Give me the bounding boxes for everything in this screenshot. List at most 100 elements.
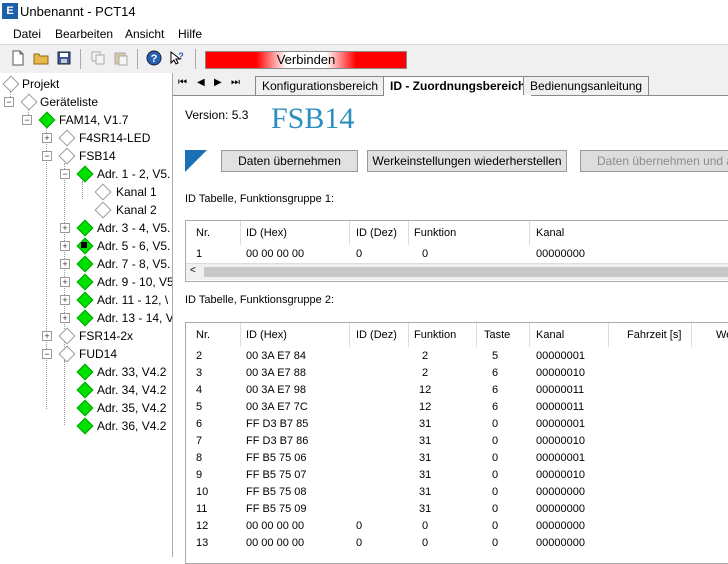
new-file-icon[interactable] <box>10 50 26 66</box>
table-row[interactable]: 12 00 00 00 00 0 0 0 00000000 <box>186 520 728 537</box>
collapse-icon[interactable]: − <box>4 97 14 107</box>
corner-marker-icon <box>185 150 207 172</box>
factory-reset-button[interactable]: Werkeinstellungen wiederherstellen <box>367 150 567 172</box>
last-tab-icon[interactable]: ⏭ <box>231 77 240 88</box>
apply-data-button[interactable]: Daten übernehmen <box>221 150 358 172</box>
tab-id-zuordnungsbereich[interactable]: ID - Zuordnungsbereich <box>383 76 533 96</box>
table-row[interactable]: 7 FF D3 B7 86 31 0 00000010 <box>186 435 728 452</box>
tree-node-adr-3-4[interactable]: + Adr. 3 - 4, V5. <box>0 219 170 237</box>
connect-button[interactable]: Verbinden <box>205 51 407 69</box>
cell-kanal: 00000011 <box>536 401 585 413</box>
cell-id-hex: 00 00 00 00 <box>246 537 305 549</box>
cell-taste: 6 <box>492 367 499 379</box>
collapse-icon[interactable]: − <box>60 169 70 179</box>
tree-label: F4SR14-LED <box>79 131 151 145</box>
tree-node-f4sr14[interactable]: + F4SR14-LED <box>0 129 170 147</box>
cell-funktion: 31 <box>419 486 432 498</box>
horizontal-scrollbar[interactable]: < <box>186 263 728 280</box>
expand-icon[interactable]: + <box>60 295 70 305</box>
tree-node-adr-35[interactable]: Adr. 35, V4.2 <box>0 399 170 417</box>
tree-label: Adr. 34, V4.2 <box>97 383 167 397</box>
tree-node-project[interactable]: Projekt <box>0 75 170 93</box>
cell-nr: 8 <box>196 452 203 464</box>
tree-node-fsr14[interactable]: + FSR14-2x <box>0 327 170 345</box>
table-row[interactable]: 6 FF D3 B7 85 31 0 00000001 <box>186 418 728 435</box>
prev-tab-icon[interactable]: ◀ <box>197 77 205 88</box>
tab-bedienungsanleitung[interactable]: Bedienungsanleitung <box>523 76 650 95</box>
table-row[interactable]: 2 00 3A E7 84 2 5 00000001 <box>186 350 728 367</box>
tree-node-adr-34[interactable]: Adr. 34, V4.2 <box>0 381 170 399</box>
first-tab-icon[interactable]: ⏮ <box>178 77 187 88</box>
tree-node-fud14[interactable]: − FUD14 <box>0 345 170 363</box>
table-row[interactable]: 4 00 3A E7 98 12 6 00000011 <box>186 384 728 401</box>
copy-icon[interactable] <box>90 50 106 66</box>
cell-kanal: 00000000 <box>536 520 585 532</box>
context-help-icon[interactable]: ? <box>169 50 185 66</box>
tree-node-devices[interactable]: − Geräteliste <box>0 93 170 111</box>
table-row[interactable]: 9 FF B5 75 07 31 0 00000010 <box>186 469 728 486</box>
scroll-left-icon[interactable]: < <box>190 265 196 276</box>
collapse-icon[interactable]: − <box>42 349 52 359</box>
status-green-icon <box>76 165 94 183</box>
tree-node-adr-13-14[interactable]: + Adr. 13 - 14, V <box>0 309 172 327</box>
menu-hilfe[interactable]: Hilfe <box>178 27 202 41</box>
cell-nr: 12 <box>196 520 209 532</box>
menu-datei[interactable]: Datei <box>13 27 41 41</box>
expand-icon[interactable]: + <box>60 223 70 233</box>
save-icon[interactable] <box>56 50 72 66</box>
node-icon <box>58 147 76 165</box>
tree-node-fam14[interactable]: − FAM14, V1.7 <box>0 111 170 129</box>
expand-icon[interactable]: + <box>60 241 70 251</box>
tree-node-adr-1-2[interactable]: − Adr. 1 - 2, V5. <box>0 165 170 183</box>
cell-id-hex: FF B5 75 06 <box>246 452 307 464</box>
cell-funktion: 0 <box>422 520 429 532</box>
cell-id-dez: 0 <box>356 248 363 260</box>
cell-kanal: 00000000 <box>536 486 585 498</box>
expand-icon[interactable]: + <box>60 313 70 323</box>
expand-icon[interactable]: + <box>42 331 52 341</box>
col-header-funktion: Funktion <box>414 329 457 341</box>
help-icon[interactable]: ? <box>146 50 162 66</box>
collapse-icon[interactable]: − <box>42 151 52 161</box>
tree-node-adr-5-6[interactable]: + Adr. 5 - 6, V5. <box>0 237 170 255</box>
tree-node-adr-11-12[interactable]: + Adr. 11 - 12, \ <box>0 291 170 309</box>
id-table-group-1: Nr. ID (Hex) ID (Dez) Funktion Kanal 1 0… <box>185 220 728 282</box>
tree-node-fsb14[interactable]: − FSB14 <box>0 147 170 165</box>
status-green-icon <box>76 219 94 237</box>
expand-icon[interactable]: + <box>60 277 70 287</box>
cell-kanal: 00000000 <box>536 537 585 549</box>
tree-node-adr-33[interactable]: Adr. 33, V4.2 <box>0 363 170 381</box>
table1-title: ID Tabelle, Funktionsgruppe 1: <box>185 193 334 205</box>
expand-icon[interactable]: + <box>60 259 70 269</box>
tab-konfigurationsbereich[interactable]: Konfigurationsbereich <box>255 76 386 95</box>
menu-ansicht[interactable]: Ansicht <box>125 27 164 41</box>
table-row[interactable]: 3 00 3A E7 88 2 6 00000010 <box>186 367 728 384</box>
tree-node-adr-7-8[interactable]: + Adr. 7 - 8, V5. <box>0 255 170 273</box>
cell-nr: 7 <box>196 435 203 447</box>
cell-id-hex: FF B5 75 09 <box>246 503 307 515</box>
table-row[interactable]: 10 FF B5 75 08 31 0 00000000 <box>186 486 728 503</box>
table-row[interactable]: 13 00 00 00 00 0 0 0 00000000 <box>186 537 728 554</box>
table-row[interactable]: 8 FF B5 75 06 31 0 00000001 <box>186 452 728 469</box>
tree-label: Adr. 33, V4.2 <box>97 365 167 379</box>
paste-icon[interactable] <box>113 50 129 66</box>
tree-node-kanal-1[interactable]: Kanal 1 <box>0 183 170 201</box>
menu-bearbeiten[interactable]: Bearbeiten <box>55 27 113 41</box>
tree-node-adr-9-10[interactable]: + Adr. 9 - 10, V5 <box>0 273 172 291</box>
col-divider <box>349 221 350 245</box>
tree-node-adr-36[interactable]: Adr. 36, V4.2 <box>0 417 170 435</box>
table-row[interactable]: 11 FF B5 75 09 31 0 00000000 <box>186 503 728 520</box>
tree-label: Adr. 1 - 2, V5. <box>97 167 171 181</box>
status-green-icon <box>76 417 94 435</box>
open-folder-icon[interactable] <box>33 50 49 66</box>
expand-icon[interactable]: + <box>42 133 52 143</box>
scroll-thumb[interactable] <box>204 267 728 277</box>
table-row[interactable]: 1 00 00 00 00 0 0 00000000 <box>186 247 728 263</box>
collapse-icon[interactable]: − <box>22 115 32 125</box>
next-tab-icon[interactable]: ▶ <box>214 77 222 88</box>
col-divider <box>408 323 409 347</box>
cell-nr: 5 <box>196 401 203 413</box>
table-row[interactable]: 5 00 3A E7 7C 12 6 00000011 <box>186 401 728 418</box>
cell-kanal: 00000001 <box>536 452 585 464</box>
tree-node-kanal-2[interactable]: Kanal 2 <box>0 201 170 219</box>
